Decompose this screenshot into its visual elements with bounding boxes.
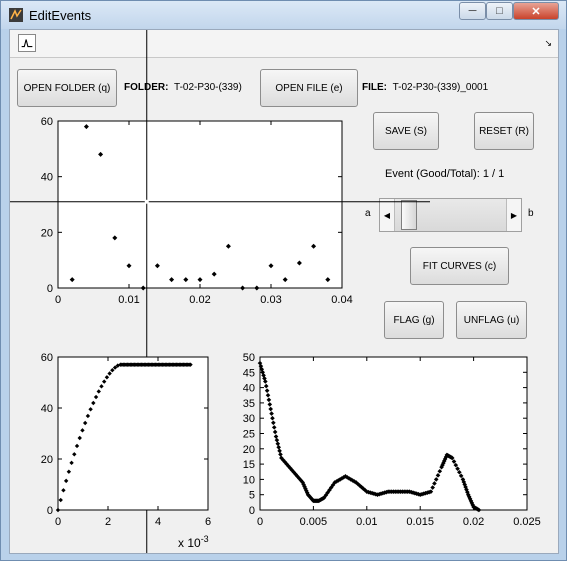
top-scatter-y-tick-label: 40 [41,172,53,184]
app-window: EditEvents ─ □ ✕ ↘ OPEN FOLDER (q) FOLDE… [0,0,567,561]
top-scatter-x-tick-label: 0.03 [260,294,281,306]
close-button[interactable]: ✕ [513,2,559,20]
top-scatter-x-tick-label: 0.04 [331,294,352,306]
rise-plot-x-tick-label: 2 [105,516,111,528]
top-scatter-y-tick-label: 60 [41,116,53,128]
rise-plot-y-tick-label: 0 [47,505,53,517]
rise-plot-x-tick-label: 0 [55,516,61,528]
signal-plot-y-tick-label: 0 [249,505,255,517]
crosshair-center [144,199,149,204]
rise-plot-y-tick-label: 40 [41,403,53,415]
top-scatter-x-tick-label: 0.01 [118,294,139,306]
rise-plot-x-tick-label: 6 [205,516,211,528]
figure-client-area: ↘ OPEN FOLDER (q) FOLDER: T-02-P30-(339)… [9,29,559,554]
signal-plot-x-tick-label: 0.01 [356,516,377,528]
signal-plot-x-tick-label: 0 [257,516,263,528]
signal-plot-axes-box [259,356,528,511]
rise-plot-x-exponent: x 10-3 [178,534,209,550]
rise-plot-axes-box [57,356,209,511]
signal-plot-y-tick-label: 30 [243,413,255,425]
top-scatter-y-tick-label: 0 [47,283,53,295]
signal-plot-x-tick-label: 0.02 [463,516,484,528]
rise-plot-y-tick-label: 20 [41,454,53,466]
signal-plot-x-tick-label: 0.025 [513,516,541,528]
signal-plot-y-tick-label: 20 [243,444,255,456]
signal-plot-y-tick-label: 50 [243,352,255,364]
signal-plot-x-tick-label: 0.005 [300,516,328,528]
signal-plot-x-tick-label: 0.015 [406,516,434,528]
signal-plot-y-tick-label: 25 [243,429,255,441]
close-icon: ✕ [531,5,541,18]
top-scatter-x-tick-label: 0 [55,294,61,306]
signal-plot-y-tick-label: 40 [243,383,255,395]
minimize-icon: ─ [468,5,477,17]
signal-plot-y-tick-label: 15 [243,459,255,471]
maximize-icon: □ [496,5,503,17]
signal-plot-y-tick-label: 5 [249,490,255,502]
rise-plot-y-tick-label: 60 [41,352,53,364]
window-title: EditEvents [29,8,92,23]
events-scatter-plot[interactable]: 0 0.01 0.02 0.03 0.0402040600 2 4 60204060x 10-… [10,30,558,553]
signal-plot-y-tick-label: 45 [243,367,255,379]
maximize-button[interactable]: □ [486,2,513,20]
top-scatter-x-tick-label: 0.02 [189,294,210,306]
title-bar[interactable]: EditEvents ─ □ ✕ [1,1,566,29]
rise-plot-x-tick-label: 4 [155,516,161,528]
minimize-button[interactable]: ─ [459,2,486,20]
matlab-icon [9,8,23,22]
signal-plot-y-tick-label: 10 [243,474,255,486]
top-scatter-y-tick-label: 20 [41,227,53,239]
signal-plot-y-tick-label: 35 [243,398,255,410]
